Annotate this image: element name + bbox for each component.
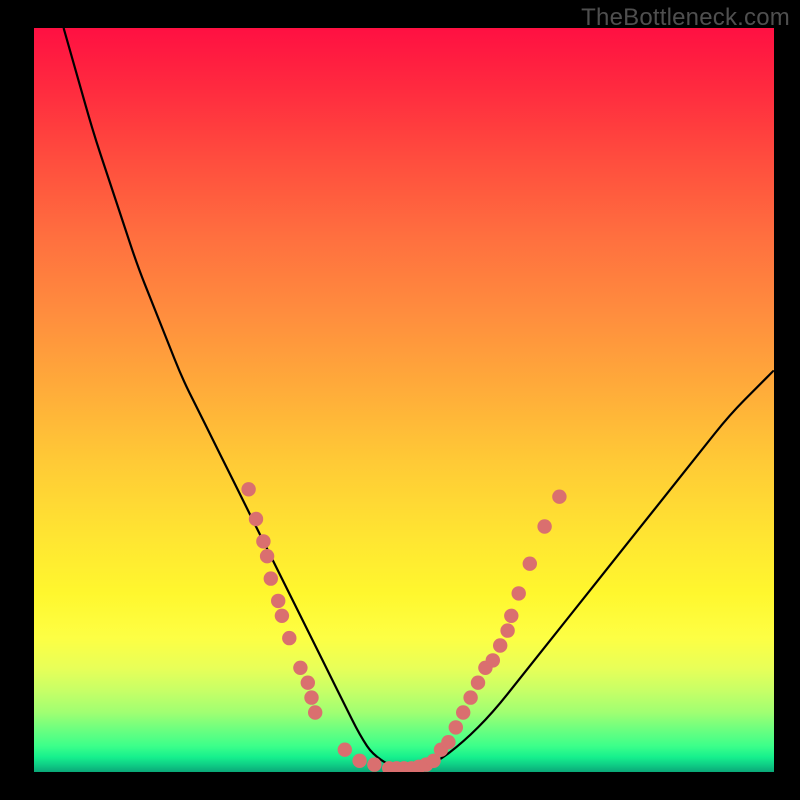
curve-marker (486, 653, 500, 667)
curve-marker (463, 690, 477, 704)
curve-marker (338, 743, 352, 757)
curve-marker (256, 534, 270, 548)
curve-marker (275, 609, 289, 623)
curve-marker (523, 557, 537, 571)
curve-marker (264, 571, 278, 585)
watermark-text: TheBottleneck.com (581, 4, 790, 32)
curve-marker (493, 638, 507, 652)
curve-marker (504, 609, 518, 623)
curve-marker (471, 676, 485, 690)
curve-marker (304, 690, 318, 704)
curve-marker (552, 490, 566, 504)
curve-marker (308, 705, 322, 719)
curve-marker (241, 482, 255, 496)
plot-area (34, 28, 774, 772)
curve-marker (282, 631, 296, 645)
bottleneck-curve (34, 28, 774, 772)
curve-markers (241, 482, 566, 772)
curve-marker (537, 519, 551, 533)
curve-marker (512, 586, 526, 600)
chart-frame: TheBottleneck.com (0, 0, 800, 800)
curve-marker (260, 549, 274, 563)
curve-marker (500, 623, 514, 637)
curve-marker (293, 661, 307, 675)
curve-marker (456, 705, 470, 719)
curve-marker (249, 512, 263, 526)
curve-marker (441, 735, 455, 749)
curve-marker (301, 676, 315, 690)
curve-marker (352, 754, 366, 768)
curve-marker (367, 757, 381, 771)
curve-path (64, 28, 774, 770)
curve-marker (271, 594, 285, 608)
curve-marker (449, 720, 463, 734)
